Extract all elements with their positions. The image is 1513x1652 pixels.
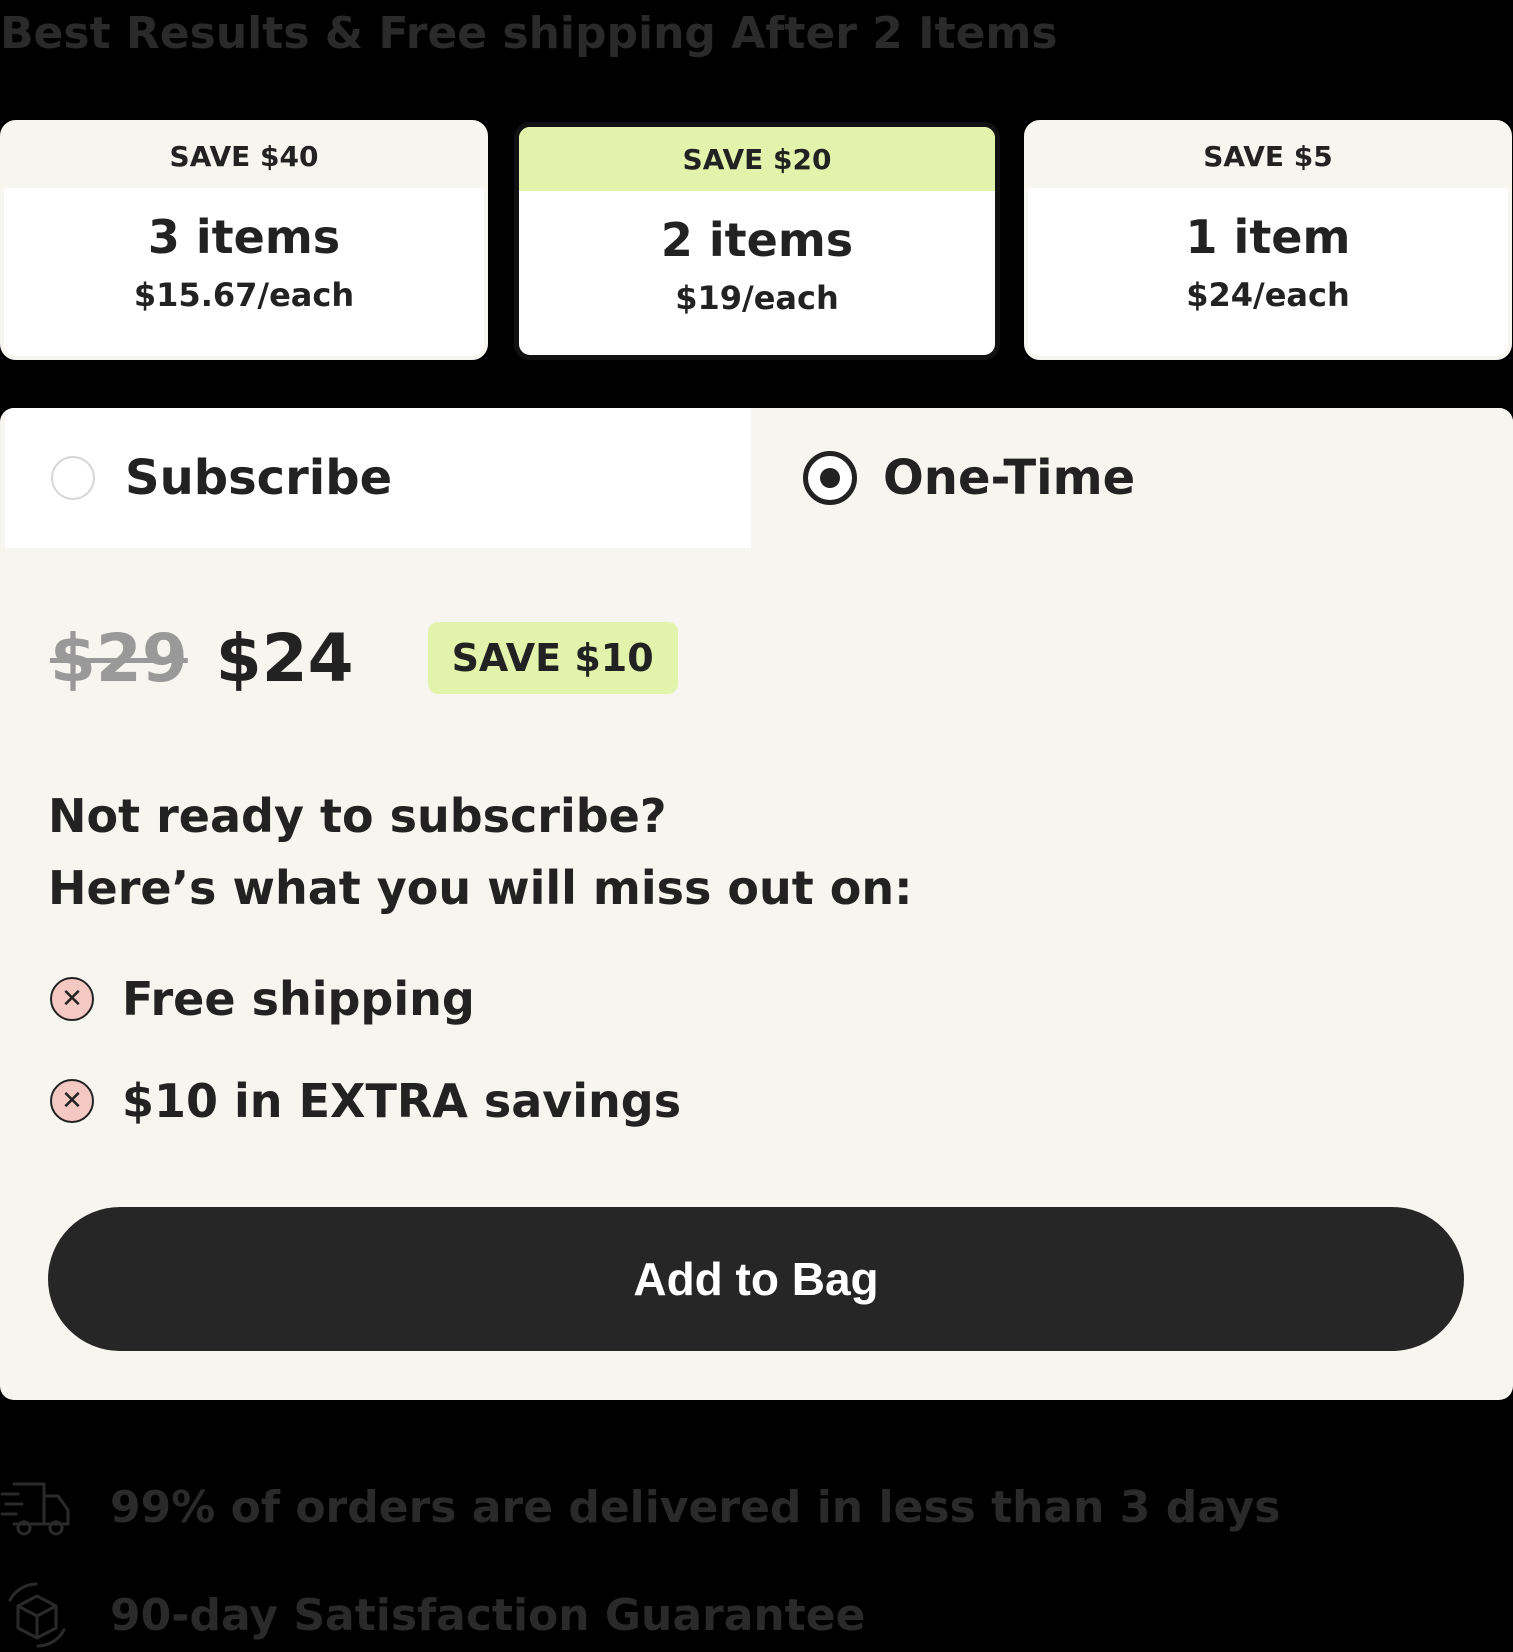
perk-delivery-text: 99% of orders are delivered in less than… [110, 1481, 1281, 1533]
miss-out-heading: Not ready to subscribe? Here’s what you … [48, 780, 912, 924]
tier-1-item[interactable]: SAVE $5 1 item $24/each [1024, 120, 1512, 360]
perk-guarantee: 90-day Satisfaction Guarantee [0, 1578, 865, 1652]
one-time-option[interactable]: One-Time [751, 408, 1513, 548]
tier-quantity: 1 item [1185, 210, 1351, 264]
price-row: $29 $24 SAVE $10 [50, 618, 678, 698]
tier-save-label: SAVE $5 [1028, 124, 1508, 188]
tier-save-label: SAVE $40 [4, 124, 484, 188]
x-circle-icon: ✕ [50, 1079, 94, 1123]
tier-2-items[interactable]: SAVE $20 2 items $19/each [514, 122, 1000, 360]
tier-unit-price: $19/each [675, 279, 839, 317]
subscribe-radio[interactable] [51, 456, 95, 500]
tier-3-items[interactable]: SAVE $40 3 items $15.67/each [0, 120, 488, 360]
miss-out-line-1: Not ready to subscribe? [48, 789, 667, 843]
tier-unit-price: $15.67/each [133, 276, 355, 314]
headline: Best Results & Free shipping After 2 Ite… [0, 8, 1058, 59]
guarantee-box-icon [8, 1582, 66, 1648]
miss-out-item-text: $10 in EXTRA savings [122, 1074, 682, 1128]
delivery-truck-icon [0, 1482, 70, 1536]
one-time-label: One-Time [883, 450, 1136, 506]
save-badge: SAVE $10 [427, 622, 678, 694]
bundle-tiers: SAVE $40 3 items $15.67/each SAVE $20 2 … [0, 120, 1513, 364]
miss-out-list: ✕ Free shipping ✕ $10 in EXTRA savings [50, 968, 681, 1172]
add-to-bag-button[interactable]: Add to Bag [48, 1207, 1464, 1351]
tier-unit-price: $24/each [1186, 276, 1350, 314]
original-price: $29 [50, 619, 188, 697]
miss-out-line-2: Here’s what you will miss out on: [48, 861, 913, 915]
subscribe-option[interactable]: Subscribe [5, 408, 751, 548]
tier-quantity: 3 items [147, 210, 341, 264]
tier-quantity: 2 items [660, 213, 854, 267]
perk-guarantee-text: 90-day Satisfaction Guarantee [110, 1589, 866, 1641]
tier-save-label: SAVE $20 [519, 127, 995, 191]
x-circle-icon: ✕ [50, 977, 94, 1021]
miss-out-item-text: Free shipping [122, 972, 475, 1026]
list-item: ✕ $10 in EXTRA savings [50, 1070, 681, 1132]
subscribe-label: Subscribe [125, 450, 393, 506]
one-time-radio[interactable] [803, 451, 857, 505]
current-price: $24 [215, 619, 354, 697]
perk-delivery: 99% of orders are delivered in less than… [0, 1470, 1280, 1544]
purchase-panel: Subscribe One-Time $29 $24 SAVE $10 Not … [0, 408, 1513, 1400]
list-item: ✕ Free shipping [50, 968, 681, 1030]
